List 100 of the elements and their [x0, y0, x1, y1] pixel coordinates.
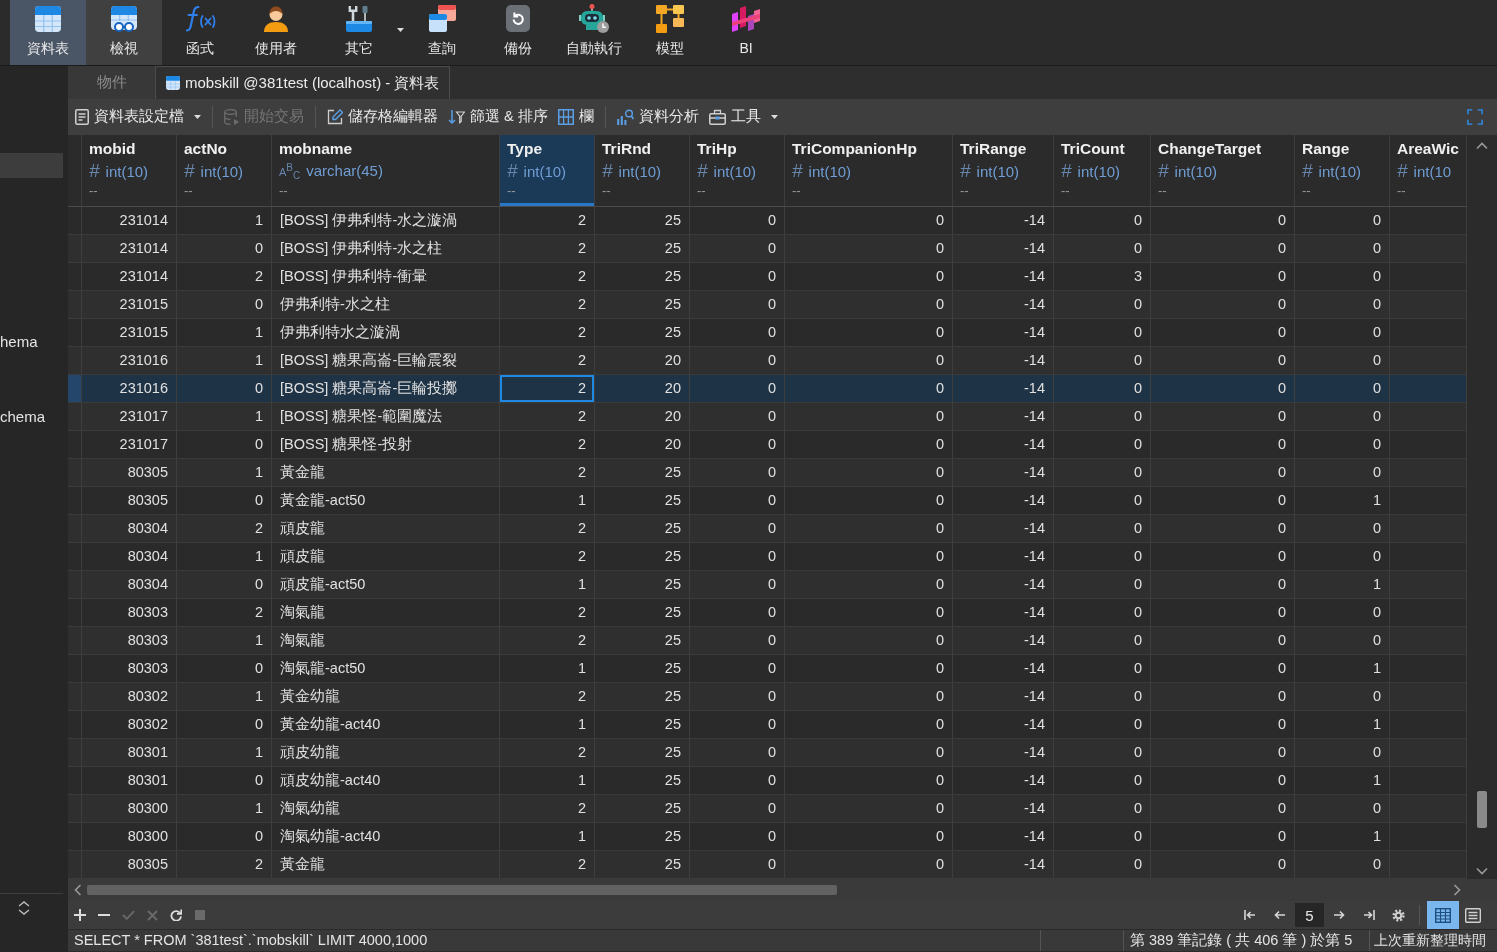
ribbon-button[interactable]: 函式	[162, 0, 238, 65]
scrollbar-thumb[interactable]	[87, 885, 837, 895]
table-cell: 25	[595, 487, 690, 514]
table-cell: [BOSS] 糖果高崙-巨輪震裂	[272, 347, 500, 374]
tree-item[interactable]: hema	[0, 329, 63, 354]
ribbon-button[interactable]: 其它	[314, 0, 404, 65]
table-cell: 0	[1054, 459, 1151, 486]
toolbar-button[interactable]: 工具	[703, 102, 783, 132]
table-cell: 0	[177, 487, 272, 514]
ribbon-button[interactable]: 模型	[632, 0, 708, 65]
toolbar-button[interactable]: 欄	[552, 102, 599, 132]
table-cell: 0	[1295, 263, 1390, 290]
stop-icon	[195, 910, 205, 920]
ribbon-button[interactable]: 檢視	[86, 0, 162, 65]
page-field[interactable]: 5	[1295, 903, 1324, 927]
column-name: mobname	[279, 139, 353, 159]
settings-icon	[1391, 908, 1405, 922]
table-cell: -14	[953, 543, 1054, 570]
type-symbol: #	[1061, 161, 1072, 181]
collapse-icon[interactable]	[18, 901, 30, 915]
table-cell: 25	[595, 851, 690, 878]
column-type: int(10)	[105, 162, 149, 182]
column-default: --	[602, 182, 611, 200]
column-header[interactable]: Range # int(10) --	[1295, 135, 1390, 206]
ribbon-button[interactable]: 使用者	[238, 0, 314, 65]
toolbar-button[interactable]: 資料分析	[611, 102, 704, 132]
table-cell: 0	[1295, 599, 1390, 626]
column-name: TriCount	[1061, 139, 1125, 159]
chevron-left-icon[interactable]	[74, 884, 82, 896]
table-cell: -14	[953, 347, 1054, 374]
table-cell: -14	[953, 851, 1054, 878]
table-cell: 黃金龍	[272, 851, 500, 878]
table-cell: 25	[595, 795, 690, 822]
table-cell: 0	[690, 347, 785, 374]
table-cell: 2	[500, 431, 595, 458]
view-toggle[interactable]	[1427, 901, 1459, 929]
table-cell: 頑皮幼龍-act40	[272, 767, 500, 794]
tab[interactable]: mobskill @381test (localhost) - 資料表	[155, 66, 451, 99]
table-cell: 20	[595, 347, 690, 374]
table-cell: 20	[595, 375, 690, 402]
table-cell: -14	[953, 459, 1054, 486]
table-cell: 0	[690, 235, 785, 262]
chevron-up-icon[interactable]	[1476, 142, 1488, 150]
fullscreen-button[interactable]	[1467, 109, 1483, 125]
table-cell: 0	[690, 767, 785, 794]
tab[interactable]: 物件	[68, 66, 155, 99]
column-type: int(10)	[713, 162, 757, 182]
chevron-down-icon[interactable]	[1476, 867, 1488, 875]
column-header[interactable]: TriRange # int(10) --	[953, 135, 1054, 206]
table-cell: 0	[1295, 627, 1390, 654]
column-type: int(10)	[618, 162, 662, 182]
ribbon-button[interactable]: 備份	[480, 0, 556, 65]
column-header[interactable]: TriHp # int(10) --	[690, 135, 785, 206]
table-cell: 0	[785, 543, 953, 570]
ribbon-button[interactable]: 資料表	[10, 0, 86, 65]
form-icon	[1465, 907, 1481, 923]
table-cell: -14	[953, 403, 1054, 430]
toolbar-button[interactable]: 儲存格編輯器	[322, 102, 443, 132]
table-cell: 0	[1054, 207, 1151, 234]
table-cell: 0	[1295, 459, 1390, 486]
table-cell: 0	[1151, 291, 1295, 318]
toolbar-button[interactable]: 資料表設定檔	[70, 102, 206, 132]
column-header[interactable]: ChangeTarget # int(10) --	[1151, 135, 1295, 206]
table-cell: 0	[1054, 375, 1151, 402]
column-header[interactable]: TriCount # int(10) --	[1054, 135, 1151, 206]
table-cell: -14	[953, 487, 1054, 514]
table-icon	[166, 76, 180, 90]
table-cell: -14	[953, 655, 1054, 682]
table-cell: -14	[953, 375, 1054, 402]
table-cell: -14	[953, 683, 1054, 710]
tree-item[interactable]: chema	[0, 404, 63, 429]
column-header[interactable]: Type # int(10) --	[500, 135, 595, 206]
toolbar-button[interactable]: 篩選 & 排序	[443, 102, 553, 132]
table-cell: 2	[500, 515, 595, 542]
scrollbar-thumb[interactable]	[1477, 791, 1487, 828]
ribbon-button[interactable]: 查詢	[404, 0, 480, 65]
table-cell: [BOSS] 伊弗利特-衝暈	[272, 263, 500, 290]
column-header[interactable]: TriRnd # int(10) --	[595, 135, 690, 206]
table-cell: 0	[1151, 711, 1295, 738]
table-cell: 0	[1054, 431, 1151, 458]
table-cell: 25	[595, 711, 690, 738]
table-cell: -14	[953, 823, 1054, 850]
table-cell: 0	[177, 711, 272, 738]
type-symbol: #	[697, 161, 708, 181]
table-cell: 0	[1151, 795, 1295, 822]
ribbon-button[interactable]: BI	[708, 0, 784, 65]
table-cell: -14	[953, 627, 1054, 654]
table-cell: [BOSS] 糖果怪-投射	[272, 431, 500, 458]
column-header[interactable]: actNo # int(10) --	[177, 135, 272, 206]
column-header[interactable]: mobid # int(10) --	[82, 135, 177, 206]
column-header[interactable]: TriCompanionHp # int(10) --	[785, 135, 953, 206]
function-icon	[184, 5, 216, 32]
table-cell: 1	[1295, 571, 1390, 598]
table-cell: [BOSS] 糖果怪-範圍魔法	[272, 403, 500, 430]
column-name: actNo	[184, 139, 228, 159]
table-cell: 2	[177, 851, 272, 878]
table-cell: 80304	[82, 571, 177, 598]
chevron-right-icon[interactable]	[1453, 884, 1461, 896]
ribbon-button[interactable]: 自動執行	[556, 0, 632, 65]
table-cell: 1	[500, 823, 595, 850]
